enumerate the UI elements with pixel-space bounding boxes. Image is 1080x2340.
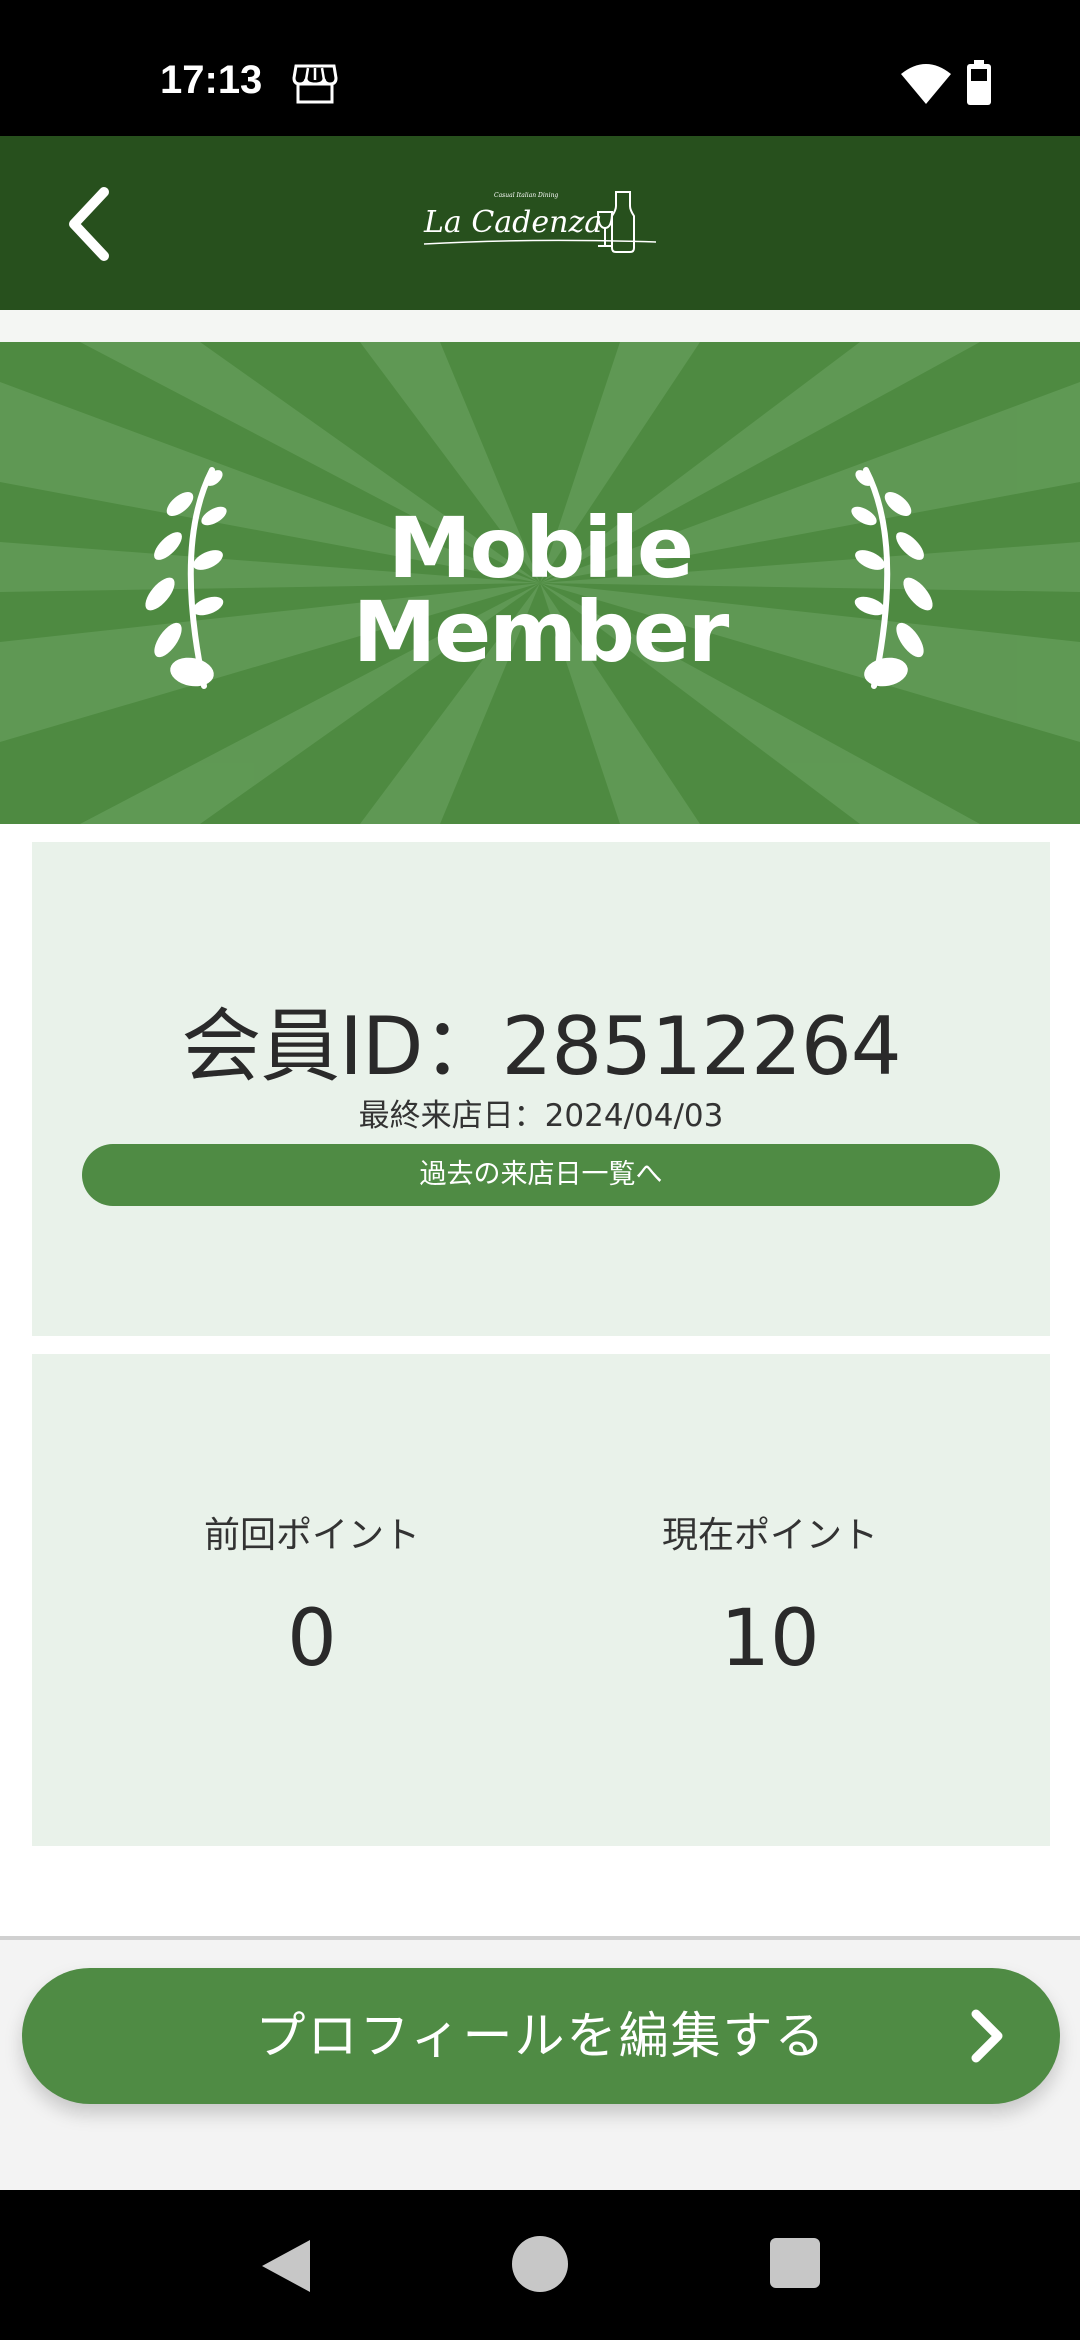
bottom-action-area: プロフィールを編集する: [0, 1936, 1080, 2190]
visit-history-button[interactable]: 過去の来店日一覧へ: [82, 1144, 1000, 1206]
member-card: 会員ID：28512264 最終来店日：2024/04/03 過去の来店日一覧へ: [32, 842, 1050, 1336]
laurel-right-icon: [851, 467, 933, 689]
nav-home-icon[interactable]: [512, 2236, 568, 2292]
edit-profile-button[interactable]: プロフィールを編集する: [22, 1968, 1060, 2104]
previous-points: 前回ポイント 0: [112, 1506, 512, 1684]
logo-subtitle: Casual Italian Dining: [494, 192, 558, 199]
nav-back-icon[interactable]: [258, 2236, 314, 2296]
previous-points-label: 前回ポイント: [203, 1515, 420, 1556]
app-header: Casual Italian Dining La Cadenza: [0, 136, 1080, 310]
status-bar: 17:13: [0, 0, 1080, 136]
previous-points-value: 0: [287, 1594, 337, 1684]
nav-recents-icon[interactable]: [770, 2238, 820, 2288]
header-gap: [0, 310, 1080, 342]
current-points-label: 現在ポイント: [661, 1515, 878, 1556]
restaurant-logo: Casual Italian Dining La Cadenza: [423, 191, 657, 253]
wifi-icon: [901, 64, 951, 104]
chevron-left-icon: [69, 187, 109, 261]
battery-icon: [967, 60, 991, 105]
current-points: 現在ポイント 10: [570, 1506, 970, 1684]
last-visit-date: 最終来店日：2024/04/03: [358, 1098, 724, 1134]
edit-profile-label: プロフィールを編集する: [255, 2007, 827, 2065]
member-banner: Mobile Member: [0, 342, 1080, 824]
logo-text: La Cadenza: [423, 205, 602, 240]
member-id: 会員ID：28512264: [181, 1000, 901, 1093]
status-time: 17:13: [160, 58, 263, 102]
store-icon: [292, 64, 338, 104]
system-nav-bar: [0, 2190, 1080, 2340]
chevron-right-icon: [971, 2009, 1003, 2063]
points-card: 前回ポイント 0 現在ポイント 10: [32, 1354, 1050, 1846]
back-button[interactable]: [50, 176, 130, 272]
current-points-value: 10: [720, 1594, 820, 1684]
